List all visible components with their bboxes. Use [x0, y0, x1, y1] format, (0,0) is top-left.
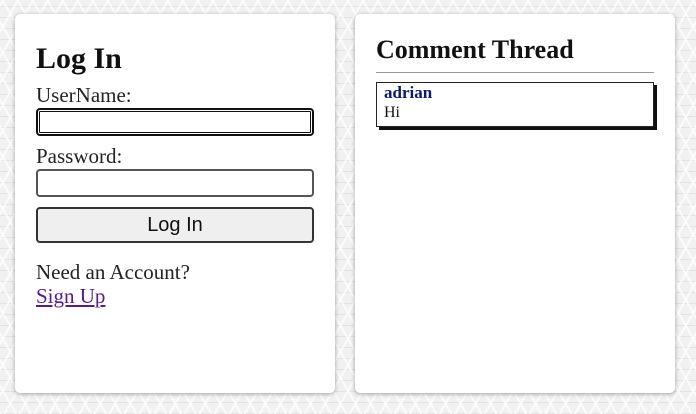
comment-text: Hi	[384, 103, 400, 121]
need-account-text: Need an Account?	[36, 260, 190, 284]
thread-divider	[376, 72, 654, 74]
password-field[interactable]	[36, 169, 314, 197]
login-button[interactable]: Log In	[36, 207, 314, 243]
comment-thread-panel: Comment Thread adrian Hi	[355, 14, 675, 393]
username-field[interactable]	[36, 108, 314, 136]
signup-link[interactable]: Sign Up	[36, 284, 105, 308]
login-panel: Log In UserName: Password: Log In Need a…	[15, 14, 335, 393]
username-label: UserName:	[36, 83, 132, 107]
comment-author: adrian	[384, 83, 433, 103]
login-title: Log In	[36, 42, 122, 75]
comment-item: adrian Hi	[376, 82, 654, 127]
password-label: Password:	[36, 144, 123, 168]
thread-title: Comment Thread	[376, 35, 574, 64]
